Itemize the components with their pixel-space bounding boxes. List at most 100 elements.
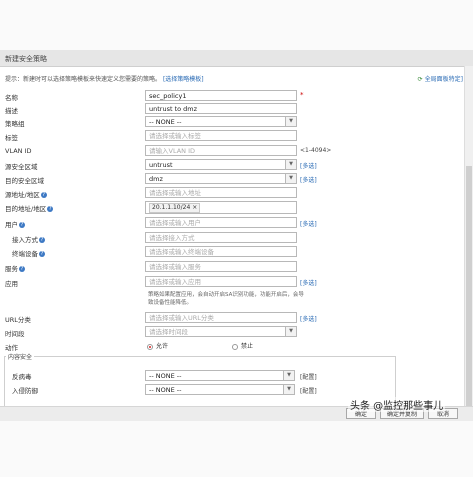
time-range-select[interactable]: 请选择时间段 ▼: [145, 326, 297, 337]
user-label: 用户?: [5, 219, 25, 229]
service-label-text: 服务: [5, 265, 18, 273]
application-input[interactable]: 请选择或输入应用: [145, 276, 297, 287]
name-input[interactable]: sec_policy1: [145, 90, 297, 101]
user-label-text: 用户: [5, 221, 18, 229]
destination-address-label-text: 目的地址/地区: [5, 205, 47, 213]
required-mark: *: [300, 91, 304, 99]
content-security-title: 内容安全: [6, 352, 35, 361]
policy-group-select[interactable]: -- NONE -- ▼: [145, 116, 297, 127]
destination-zone-select[interactable]: dmz ▼: [145, 173, 297, 184]
close-icon[interactable]: ×: [192, 204, 197, 211]
row-destination-address: 目的地址/地区? 20.1.1.10/24 ×: [0, 201, 465, 215]
access-mode-label: 接入方式?: [12, 234, 45, 244]
row-url-category: URL分类 请选择或输入URL分类 [多选]: [0, 312, 465, 325]
application-note: 策略如果配置应用，会自动开启SA识别功能，功能开启后，会导致设备性能降低。: [148, 292, 304, 306]
destination-address-input[interactable]: 20.1.1.10/24 ×: [145, 201, 297, 214]
chevron-down-icon[interactable]: ▼: [283, 385, 294, 394]
vlan-label: VLAN ID: [5, 147, 32, 155]
ips-select[interactable]: -- NONE -- ▼: [145, 384, 295, 395]
source-address-label: 源地址/地区?: [5, 189, 47, 199]
radio-icon: [232, 343, 238, 350]
terminal-device-label-text: 终端设备: [12, 250, 38, 258]
destination-address-label: 目的地址/地区?: [5, 203, 54, 213]
antivirus-label: 反病毒: [12, 373, 32, 381]
address-tag: 20.1.1.10/24 ×: [149, 203, 201, 213]
chevron-down-icon[interactable]: ▼: [283, 371, 294, 380]
url-category-input[interactable]: 请选择或输入URL分类: [145, 312, 297, 323]
help-icon[interactable]: ?: [39, 237, 45, 243]
hint-text: 提示：新建时可以选择策略模板来快速定义您需要的策略。 [选择策略模板]: [5, 74, 204, 83]
row-time-range: 时间段 请选择时间段 ▼: [0, 326, 465, 339]
service-label: 服务?: [5, 263, 25, 273]
row-access-mode: 接入方式? 请选择接入方式: [0, 232, 465, 245]
radio-selected-icon: [147, 343, 153, 350]
scrollbar-thumb[interactable]: [466, 166, 472, 426]
terminal-device-label: 终端设备?: [12, 248, 45, 258]
help-icon[interactable]: ?: [47, 206, 54, 212]
row-name: 名称 sec_policy1 *: [0, 90, 465, 103]
ips-label: 入侵防御: [12, 387, 38, 395]
help-icon[interactable]: ?: [19, 222, 25, 228]
source-zone-select[interactable]: untrust ▼: [145, 159, 297, 170]
url-multiselect-link[interactable]: [多选]: [300, 314, 317, 323]
source-zone-multiselect-link[interactable]: [多选]: [300, 161, 317, 170]
destination-zone-value: dmz: [149, 175, 163, 183]
policy-group-label: 策略组: [5, 120, 25, 128]
watermark: 头条 @监控那些事儿: [348, 397, 446, 412]
antivirus-value: -- NONE --: [149, 372, 182, 380]
background-top: [0, 0, 473, 50]
row-policy-group: 策略组 -- NONE -- ▼: [0, 116, 465, 129]
ips-config-link[interactable]: [配置]: [300, 386, 317, 395]
source-address-label-text: 源地址/地区: [5, 191, 40, 199]
select-template-link[interactable]: [选择策略模板]: [163, 76, 204, 83]
help-icon[interactable]: ?: [19, 266, 25, 272]
hint-prefix: 提示：新建时可以选择策略模板来快速定义您需要的策略。: [5, 76, 162, 83]
user-multiselect-link[interactable]: [多选]: [300, 219, 317, 228]
help-icon[interactable]: ?: [39, 251, 45, 257]
top-right-label: 全局面板特定]: [424, 76, 463, 83]
vlan-input[interactable]: 请输入VLAN ID: [145, 145, 297, 156]
service-input[interactable]: 请选择或输入服务: [145, 261, 297, 272]
row-vlan: VLAN ID 请输入VLAN ID <1-4094>: [0, 145, 465, 158]
row-source-address: 源地址/地区? 请选择或输入地址: [0, 187, 465, 200]
chevron-down-icon[interactable]: ▼: [285, 117, 296, 126]
application-multiselect-link[interactable]: [多选]: [300, 278, 317, 287]
destination-zone-multiselect-link[interactable]: [多选]: [300, 175, 317, 184]
scrollbar[interactable]: [464, 66, 473, 426]
row-terminal-device: 终端设备? 请选择或输入终端设备: [0, 246, 465, 259]
row-tag: 标签 请选择或输入标签: [0, 130, 465, 143]
row-destination-zone: 目的安全区域 dmz ▼ [多选]: [0, 173, 465, 186]
name-label: 名称: [5, 94, 18, 102]
row-source-zone: 源安全区域 untrust ▼ [多选]: [0, 159, 465, 172]
chevron-down-icon[interactable]: ▼: [285, 160, 296, 169]
content-security-section: [4, 356, 396, 408]
terminal-device-input[interactable]: 请选择或输入终端设备: [145, 246, 297, 257]
vlan-range-hint: <1-4094>: [300, 147, 332, 154]
description-input[interactable]: untrust to dmz: [145, 103, 297, 114]
address-tag-text: 20.1.1.10/24: [152, 204, 191, 211]
tag-input[interactable]: 请选择或输入标签: [145, 130, 297, 141]
chevron-down-icon[interactable]: ▼: [285, 327, 296, 336]
source-address-input[interactable]: 请选择或输入地址: [145, 187, 297, 198]
access-mode-input[interactable]: 请选择接入方式: [145, 232, 297, 243]
dialog-titlebar: 新建安全策略: [0, 50, 473, 67]
action-deny-radio[interactable]: 禁止: [232, 341, 253, 350]
antivirus-select[interactable]: -- NONE -- ▼: [145, 370, 295, 381]
action-permit-radio[interactable]: 允许: [147, 341, 168, 350]
row-action: 动作 允许 禁止: [0, 340, 465, 353]
help-icon[interactable]: ?: [40, 192, 47, 198]
user-input[interactable]: 请选择或输入用户: [145, 217, 297, 228]
access-mode-label-text: 接入方式: [12, 236, 38, 244]
antivirus-config-link[interactable]: [配置]: [300, 372, 317, 381]
row-description: 描述 untrust to dmz: [0, 103, 465, 116]
url-category-label: URL分类: [5, 316, 31, 324]
application-label: 应用: [5, 280, 18, 288]
chevron-down-icon[interactable]: ▼: [285, 174, 296, 183]
source-zone-label: 源安全区域: [5, 163, 38, 171]
source-zone-value: untrust: [149, 161, 173, 169]
row-service: 服务? 请选择或输入服务: [0, 261, 465, 274]
top-right-link[interactable]: ⟳ 全局面板特定]: [418, 74, 463, 83]
destination-zone-label: 目的安全区域: [5, 177, 44, 185]
policy-group-value: -- NONE --: [149, 118, 182, 126]
background-bottom: [0, 421, 473, 477]
